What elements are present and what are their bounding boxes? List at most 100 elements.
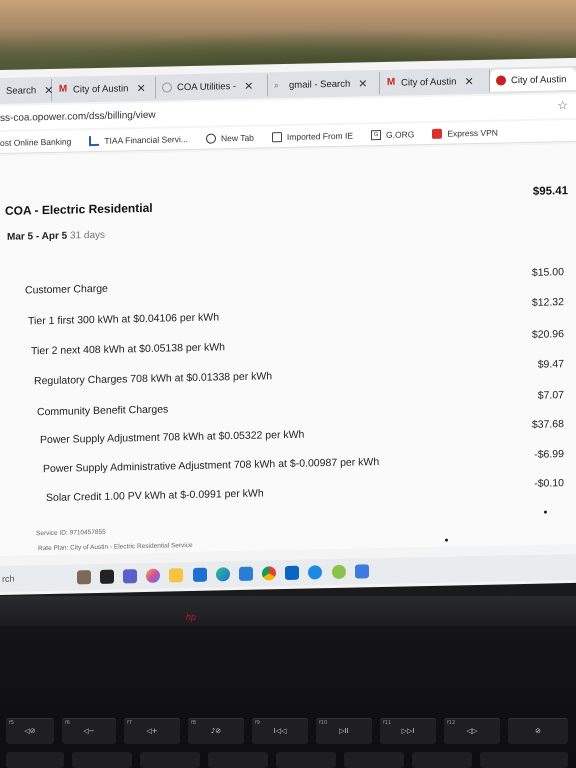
folder-icon[interactable] <box>169 568 184 583</box>
projector-icon: ◁▷ <box>466 727 478 735</box>
volume-down-icon: ◁− <box>83 727 95 735</box>
close-icon[interactable]: ✕ <box>244 79 253 92</box>
close-icon[interactable]: ✕ <box>136 81 145 94</box>
bookmark-label: Imported From IE <box>286 130 354 142</box>
key[interactable] <box>72 752 132 768</box>
store-icon[interactable] <box>192 567 207 582</box>
bookmark-gorg[interactable]: G G.ORG <box>371 129 414 140</box>
menu-dot <box>544 510 547 514</box>
line-item-label: Solar Credit 1.00 PV kWh at $-0.0991 per… <box>46 487 264 505</box>
key[interactable] <box>208 752 268 768</box>
fkey-f6[interactable]: f6 ◁− <box>62 718 116 744</box>
line-item-label: Tier 2 next 408 kWh at $0.05138 per kWh <box>31 341 225 358</box>
menu-dot <box>445 538 448 542</box>
line-item-label: Customer Charge <box>25 282 108 297</box>
line-item-label: Power Supply Administrative Adjustment 7… <box>43 456 380 476</box>
line-item-label: Tier 1 first 300 kWh at $0.04106 per kWh <box>28 311 220 328</box>
rate-plan: Rate Plan: City of Austin - Electric Res… <box>38 541 193 553</box>
laptop-bezel <box>0 596 576 626</box>
bookmark-label: G.ORG <box>386 128 415 140</box>
star-icon[interactable]: ☆ <box>557 98 568 112</box>
bookmark-online-banking[interactable]: ost Online Banking <box>0 136 71 147</box>
key[interactable] <box>276 752 336 768</box>
gmail-icon: M <box>58 83 68 95</box>
tab-city-of-austin-active[interactable]: City of Austin <box>490 67 576 92</box>
fkey-f5[interactable]: f5 ◁⊘ <box>6 718 54 744</box>
fkey-f9[interactable]: f9 I◁◁ <box>252 718 308 744</box>
tab-search[interactable]: Search ✕ <box>0 78 53 102</box>
bookmark-new-tab[interactable]: New Tab <box>205 132 254 144</box>
bill-title: COA - Electric Residential <box>5 200 153 218</box>
chrome-canary-icon[interactable] <box>308 565 323 580</box>
teams-icon[interactable] <box>122 569 137 584</box>
file-explorer-icon[interactable] <box>99 569 114 584</box>
bill-detail-panel: COA - Electric Residential $95.41 Mar 5 … <box>0 143 576 557</box>
folder-icon <box>271 131 282 142</box>
line-item-amount: $7.07 <box>537 389 564 402</box>
gorg-icon: G <box>371 129 382 140</box>
tab-coa-utilities[interactable]: COA Utilities - ✕ <box>156 74 268 99</box>
bookmark-label: ost Online Banking <box>0 136 72 148</box>
fkey-f11[interactable]: f11 ▷▷I <box>380 718 436 744</box>
close-icon[interactable]: ✕ <box>464 75 473 88</box>
key[interactable] <box>6 752 64 768</box>
fkey-f8[interactable]: f8 ♪⊘ <box>188 718 244 744</box>
bookmark-label: New Tab <box>220 132 254 143</box>
photos-icon[interactable] <box>238 566 253 581</box>
line-item-label: Community Benefit Charges <box>37 403 169 419</box>
key[interactable] <box>140 752 200 768</box>
key[interactable] <box>344 752 404 768</box>
bookmark-label: Express VPN <box>447 127 498 139</box>
bookmark-tiaa[interactable]: TIAA Financial Servi... <box>89 134 188 146</box>
chrome-icon[interactable] <box>262 566 277 581</box>
wps-icon[interactable] <box>331 564 346 580</box>
mic-mute-icon: ♪⊘ <box>210 727 222 735</box>
play-pause-icon: ▷II <box>339 727 349 735</box>
line-item-amount: $37.68 <box>531 418 564 431</box>
outlook-icon[interactable] <box>285 565 300 581</box>
mute-icon: ◁⊘ <box>24 727 36 735</box>
fkey-number: f8 <box>191 720 196 726</box>
fkey-number: f7 <box>127 720 132 726</box>
bookmark-express-vpn[interactable]: Express VPN <box>432 127 498 139</box>
monitor-screen: Search ✕ M City of Austin ✕ COA Utilitie… <box>0 57 576 596</box>
tab-label: gmail - Search <box>289 78 351 91</box>
period-days: 31 days <box>69 229 106 242</box>
copilot-icon[interactable] <box>146 568 161 583</box>
tab-label: Search <box>6 84 37 97</box>
close-icon[interactable]: ✕ <box>358 77 367 90</box>
line-item-amount: $9.47 <box>537 358 564 371</box>
fkey-number: f5 <box>9 720 14 726</box>
tab-city-of-austin-mail[interactable]: M City of Austin ✕ <box>52 76 156 101</box>
key[interactable] <box>480 752 568 768</box>
tab-city-of-austin-mail-2[interactable]: M City of Austin ✕ <box>380 69 490 95</box>
fkey-number: f12 <box>447 720 456 726</box>
fkey-airplane[interactable]: ⊘ <box>508 718 568 744</box>
fkey-f12[interactable]: f12 ◁▷ <box>444 718 500 744</box>
edge-icon[interactable] <box>215 567 230 582</box>
bookmark-imported-from-ie[interactable]: Imported From IE <box>271 130 354 142</box>
laptop-keyboard <box>0 626 576 768</box>
tiaa-icon <box>89 135 100 146</box>
settings-icon[interactable] <box>354 564 369 579</box>
airplane-mode-icon: ⊘ <box>535 727 541 735</box>
globe-icon <box>205 132 216 144</box>
vpn-icon <box>432 128 443 139</box>
next-track-icon: ▷▷I <box>401 727 415 735</box>
taskbar-search[interactable]: rch <box>2 572 72 584</box>
line-item-amount: $15.00 <box>531 266 564 279</box>
fkey-f7[interactable]: f7 ◁+ <box>124 718 180 744</box>
fkey-number: f9 <box>255 720 260 726</box>
line-item-amount: -$6.99 <box>534 448 564 461</box>
line-item-amount: $20.96 <box>531 328 564 341</box>
tab-gmail-search[interactable]: ⌕ gmail - Search ✕ <box>268 72 380 97</box>
key[interactable] <box>412 752 472 768</box>
bookmark-label: TIAA Financial Servi... <box>104 133 188 146</box>
url-text: ss-coa.opower.com/dss/billing/view <box>0 109 156 124</box>
service-id: Service ID: 9710457855 <box>36 528 106 538</box>
widgets-icon[interactable] <box>76 570 91 585</box>
fkey-f10[interactable]: f10 ▷II <box>316 718 372 744</box>
tab-label: City of Austin <box>401 75 457 89</box>
tab-label: City of Austin <box>511 73 567 86</box>
gmail-icon: M <box>386 76 396 88</box>
